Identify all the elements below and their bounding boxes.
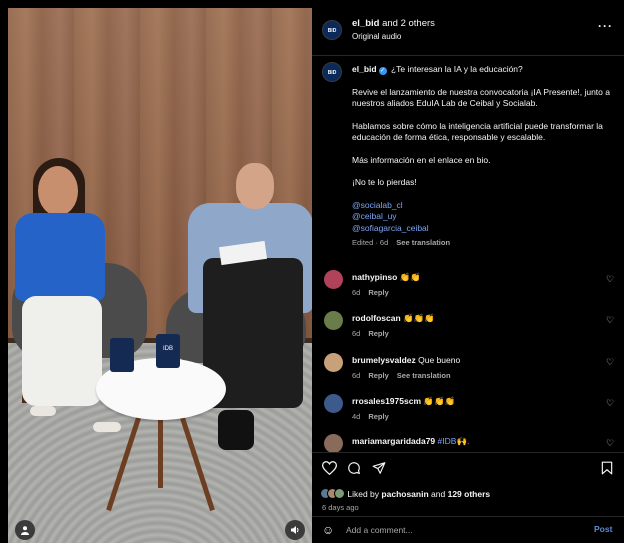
woman-figure (15, 213, 105, 301)
reply-button[interactable]: Reply (368, 371, 388, 380)
caption-username[interactable]: el_bid (352, 64, 377, 74)
like-icon[interactable] (321, 461, 338, 479)
comment-item: brumelysvaldez Que bueno 6d Reply See tran… (320, 353, 620, 393)
reel-video[interactable]: IDB (8, 8, 312, 543)
person-icon[interactable] (15, 520, 35, 540)
comment-item: mariamargaridada79 #IDB🙌. ♡ (320, 434, 620, 452)
reply-button[interactable]: Reply (368, 288, 388, 297)
post-caption: el_bid ✓ ¿Te interesan la IA y la educaci… (352, 64, 612, 249)
comment-item: rrosales1975scm 👏👏👏 4d Reply ♡ (320, 394, 620, 434)
speaker-icon[interactable] (285, 520, 305, 540)
avatar[interactable] (324, 270, 343, 289)
heart-icon[interactable]: ♡ (606, 315, 614, 326)
post-header: BID el_bid and 2 others Original audio ·… (312, 8, 624, 56)
liker-avatars (320, 488, 345, 501)
avatar[interactable]: BID (322, 20, 342, 40)
comment-icon[interactable] (347, 461, 361, 479)
emoji-icon[interactable]: ☺ (322, 523, 334, 537)
see-translation-button[interactable]: See translation (397, 371, 451, 380)
mug-right: IDB (156, 334, 180, 368)
mug-left (110, 338, 134, 372)
avatar[interactable] (324, 394, 343, 413)
heart-icon[interactable]: ♡ (606, 274, 614, 285)
heart-icon[interactable]: ♡ (606, 398, 614, 409)
verified-icon: ✓ (378, 67, 387, 75)
see-translation-button[interactable]: See translation (396, 238, 450, 247)
mention-link[interactable]: @socialab_cl (352, 200, 612, 212)
comment-item: rodolfoscan 👏👏👏 6d Reply ♡ (320, 311, 620, 351)
edited-label: Edited · 6d (352, 238, 389, 247)
share-icon[interactable] (372, 461, 386, 479)
add-comment-bar: ☺ Post (312, 516, 624, 543)
reply-button[interactable]: Reply (368, 329, 388, 338)
post-sidebar: BID el_bid and 2 others Original audio ·… (312, 8, 624, 543)
post-age: 6 days ago (322, 503, 359, 512)
bookmark-icon[interactable] (601, 461, 613, 479)
header-title[interactable]: el_bid and 2 others (352, 18, 435, 29)
reply-button[interactable]: Reply (368, 412, 388, 421)
avatar[interactable] (324, 434, 343, 452)
man-face (236, 163, 274, 209)
post-button[interactable]: Post (594, 524, 612, 534)
avatar[interactable] (324, 353, 343, 372)
mention-link[interactable]: @sofiagarcia_ceibal (352, 223, 612, 235)
heart-icon[interactable]: ♡ (606, 438, 614, 449)
woman-face (38, 166, 78, 216)
avatar[interactable] (324, 311, 343, 330)
original-audio-link[interactable]: Original audio (352, 32, 401, 41)
more-options-icon[interactable]: ··· (598, 19, 613, 33)
likes-summary[interactable]: Liked by pachosanin and 129 others (320, 488, 490, 501)
comment-item: nathypinso 👏👏 6d Reply ♡ (320, 270, 620, 310)
heart-icon[interactable]: ♡ (606, 357, 614, 368)
comment-input[interactable] (346, 523, 576, 537)
mention-link[interactable]: @ceibal_uy (352, 211, 612, 223)
caption-avatar[interactable]: BID (322, 62, 342, 82)
post-actions: Liked by pachosanin and 129 others 6 day… (312, 452, 624, 542)
